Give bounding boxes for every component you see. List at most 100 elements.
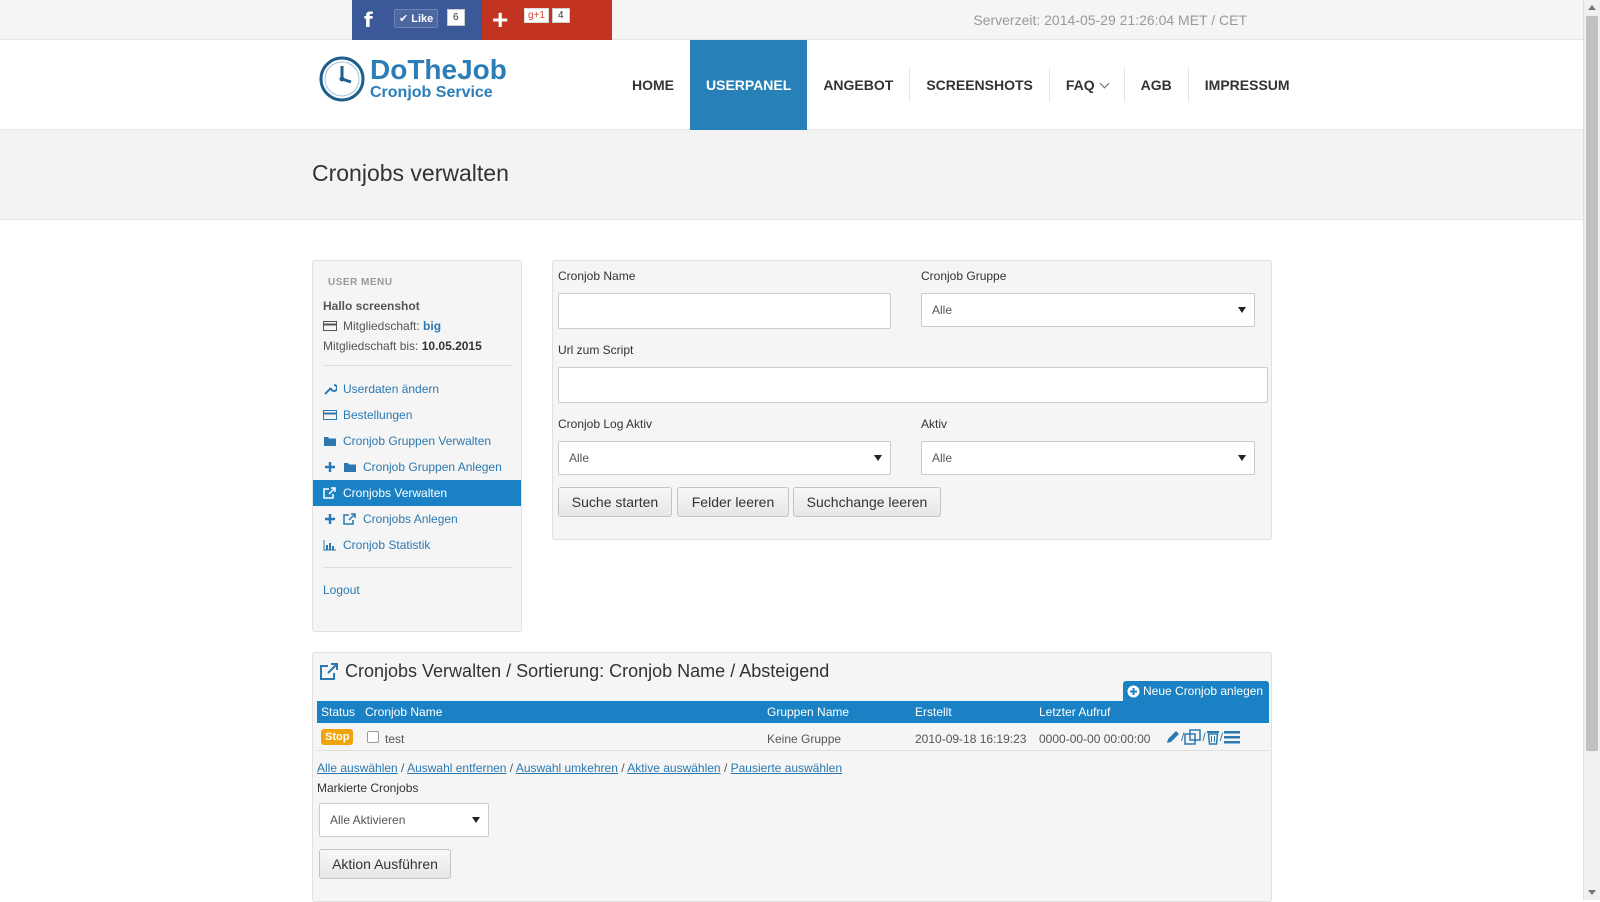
nav-impressum[interactable]: IMPRESSUM <box>1189 40 1306 130</box>
sidebar-divider <box>323 365 513 366</box>
cronjobs-panel-title-text: Cronjobs Verwalten / Sortierung: Cronjob… <box>345 661 830 681</box>
new-cronjob-button[interactable]: Neue Cronjob anlegen <box>1123 681 1269 701</box>
external-link-icon <box>320 662 338 680</box>
invert-selection-link[interactable]: Auswahl umkehren <box>516 761 618 775</box>
sidebar-item-userdaten[interactable]: Userdaten ändern <box>313 376 521 402</box>
scrollbar-thumb[interactable] <box>1586 16 1598 751</box>
select-active-link[interactable]: Aktive auswählen <box>627 761 720 775</box>
sidebar-item-label: Cronjob Statistik <box>343 538 431 552</box>
menu-list-icon[interactable] <box>1223 729 1241 745</box>
site-logo[interactable]: DoTheJob Cronjob Service <box>318 55 507 103</box>
sidebar-item-gruppen-verwalten[interactable]: Cronjob Gruppen Verwalten <box>313 428 521 454</box>
nav-faq[interactable]: FAQ <box>1050 40 1124 130</box>
facebook-like-button[interactable]: ✔ Like <box>394 9 439 28</box>
top-bar: f ✔ Like 6 + g+1 4 Serverzeit: 2014-05-2… <box>0 0 1585 40</box>
cronjob-name-input[interactable] <box>558 293 891 329</box>
row-last-call: 0000-00-00 00:00:00 <box>1039 732 1151 746</box>
folder-icon <box>344 463 356 472</box>
pencil-icon[interactable] <box>1165 729 1181 745</box>
row-group-name: Keine Gruppe <box>767 732 842 746</box>
sidebar-item-cronjobs-anlegen[interactable]: Cronjobs Anlegen <box>313 506 521 532</box>
plus-circle-icon <box>1127 685 1140 697</box>
sidebar-item-cronjobs-verwalten[interactable]: Cronjobs Verwalten <box>313 480 521 506</box>
status-badge[interactable]: Stop <box>321 729 354 745</box>
link-separator: / <box>397 761 408 775</box>
dropdown-arrow-icon <box>874 455 882 461</box>
row-actions: / / / <box>1165 729 1241 745</box>
cronjob-group-select[interactable]: Alle <box>921 293 1255 327</box>
user-menu-sidebar: USER MENU Hallo screenshot Mitgliedschaf… <box>312 260 522 632</box>
execute-action-button[interactable]: Aktion Ausführen <box>319 849 451 879</box>
logout-link[interactable]: Logout <box>323 583 360 597</box>
link-separator: / <box>506 761 516 775</box>
copy-icon[interactable] <box>1184 729 1202 745</box>
facebook-icon: f <box>364 8 373 32</box>
row-created: 2010-09-18 16:19:23 <box>915 732 1027 746</box>
plus-icon <box>325 514 335 524</box>
clear-search-button[interactable]: Suchchange leeren <box>793 487 941 517</box>
page-title: Cronjobs verwalten <box>312 160 509 186</box>
bar-chart-icon <box>323 540 336 551</box>
clear-fields-button[interactable]: Felder leeren <box>677 487 789 517</box>
script-url-input[interactable] <box>558 367 1268 403</box>
clock-icon <box>319 56 365 102</box>
googleplus-count: 4 <box>552 8 570 23</box>
membership-value: big <box>423 319 442 333</box>
nav-screenshots[interactable]: SCREENSHOTS <box>910 40 1049 130</box>
cronjob-log-label: Cronjob Log Aktiv <box>558 417 653 431</box>
col-group-name[interactable]: Gruppen Name <box>767 705 849 719</box>
scroll-down-arrow-icon[interactable] <box>1588 890 1596 895</box>
googleplus-widget[interactable]: + g+1 4 <box>482 0 612 40</box>
cronjobs-panel: Cronjobs Verwalten / Sortierung: Cronjob… <box>312 652 1272 902</box>
facebook-like-count: 6 <box>447 9 465 26</box>
col-status[interactable]: Status <box>321 705 355 719</box>
row-cronjob-name: test <box>385 732 405 746</box>
cronjobs-panel-title: Cronjobs Verwalten / Sortierung: Cronjob… <box>319 661 829 682</box>
marked-action-value: Alle Aktivieren <box>330 813 406 827</box>
cronjob-log-select[interactable]: Alle <box>558 441 891 475</box>
col-created[interactable]: Erstellt <box>915 705 952 719</box>
membership-label: Mitgliedschaft: <box>343 319 420 333</box>
nav-agb[interactable]: AGB <box>1125 40 1188 130</box>
membership-info: Mitgliedschaft: big <box>323 319 441 333</box>
scroll-up-arrow-icon[interactable] <box>1588 5 1596 10</box>
cronjob-group-value: Alle <box>932 303 953 317</box>
marked-action-select[interactable]: Alle Aktivieren <box>319 803 489 837</box>
sidebar-item-gruppen-anlegen[interactable]: Cronjob Gruppen Anlegen <box>313 454 521 480</box>
col-last-call[interactable]: Letzter Aufruf <box>1039 705 1110 719</box>
external-link-icon <box>343 513 356 525</box>
googleplus-plus-icon: + <box>492 4 509 35</box>
select-all-link[interactable]: Alle auswählen <box>317 761 398 775</box>
facebook-like-label: Like <box>411 13 434 25</box>
row-checkbox[interactable] <box>367 731 379 743</box>
googleplus-button[interactable]: g+1 <box>524 8 549 23</box>
col-cronjob-name[interactable]: Cronjob Name <box>365 705 442 719</box>
nav-angebot[interactable]: ANGEBOT <box>807 40 909 130</box>
server-time: Serverzeit: 2014-05-29 21:26:04 MET / CE… <box>973 12 1247 28</box>
sidebar-item-statistik[interactable]: Cronjob Statistik <box>313 532 521 558</box>
social-buttons: f ✔ Like 6 + g+1 4 <box>352 0 612 40</box>
script-url-label: Url zum Script <box>558 343 634 357</box>
sidebar-item-label: Cronjobs Anlegen <box>363 512 458 526</box>
select-paused-link[interactable]: Pausierte auswählen <box>731 761 842 775</box>
trash-icon[interactable] <box>1206 729 1220 745</box>
link-separator: / <box>720 761 731 775</box>
facebook-like-widget[interactable]: f ✔ Like 6 <box>352 0 482 40</box>
new-cronjob-label: Neue Cronjob anlegen <box>1143 684 1264 698</box>
deselect-link[interactable]: Auswahl entfernen <box>407 761 506 775</box>
sidebar-item-label: Cronjobs Verwalten <box>343 486 448 500</box>
wrench-icon <box>324 384 337 395</box>
active-select[interactable]: Alle <box>921 441 1255 475</box>
sidebar-item-bestellungen[interactable]: Bestellungen <box>313 402 521 428</box>
table-row: Stop test Keine Gruppe 2010-09-18 16:19:… <box>317 725 1269 751</box>
nav-home[interactable]: HOME <box>616 40 690 130</box>
sidebar-item-label: Userdaten ändern <box>343 382 440 396</box>
nav-userpanel[interactable]: USERPANEL <box>690 40 808 130</box>
dropdown-arrow-icon <box>1238 307 1246 313</box>
search-start-button[interactable]: Suche starten <box>558 487 672 517</box>
dropdown-arrow-icon <box>1238 455 1246 461</box>
active-value: Alle <box>932 451 953 465</box>
page-scrollbar[interactable] <box>1583 0 1600 900</box>
cronjob-group-label: Cronjob Gruppe <box>921 269 1007 283</box>
user-greeting: Hallo screenshot <box>323 299 420 313</box>
